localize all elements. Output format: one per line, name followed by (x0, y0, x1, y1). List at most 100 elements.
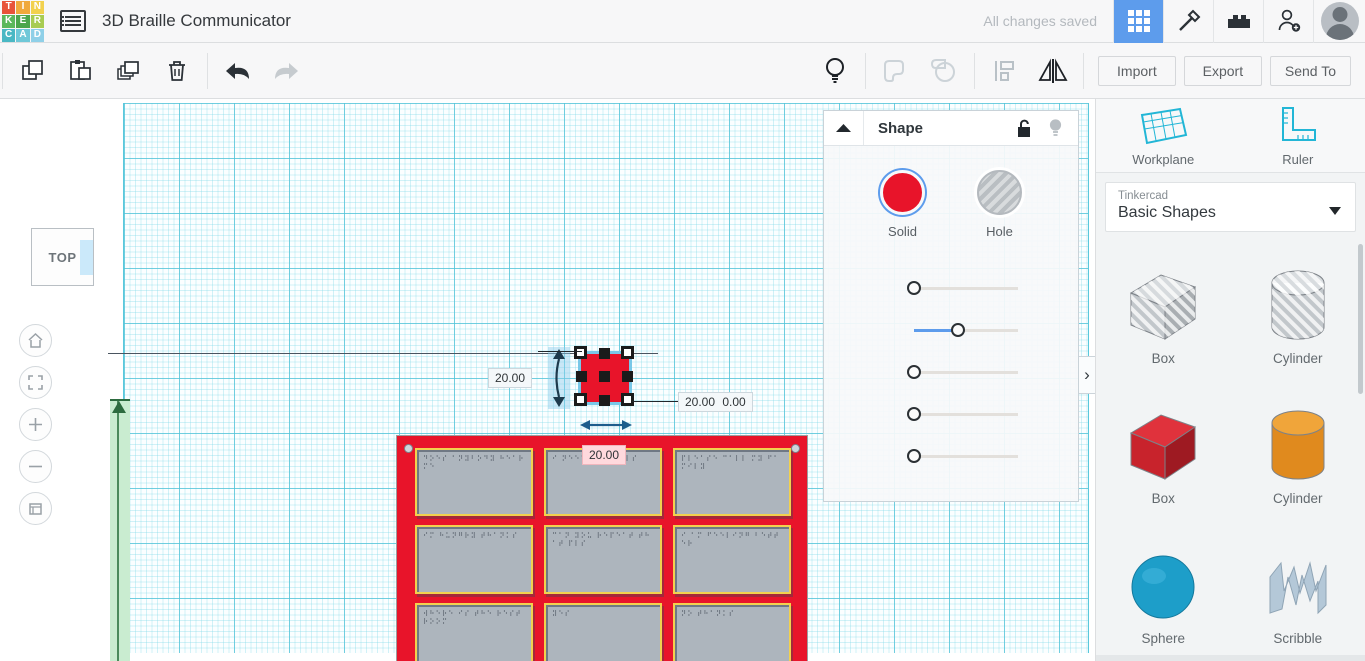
ruler-tool-label: Ruler (1282, 151, 1314, 167)
center-handle[interactable] (599, 371, 610, 382)
braille-tile[interactable]: ⠙⠕⠑⠎ ⠁⠝⠽⠃⠕⠙⠽ ⠓⠑⠁⠗ ⠍⠑ (415, 448, 533, 517)
dimension-tooltip[interactable]: 20.00 (582, 445, 627, 465)
braille-tile[interactable]: ⠊ ⠁⠍ ⠋⠑⠑⠇⠊⠝⠛ ⠃⠑⠞⠞⠑⠗ (673, 525, 791, 594)
shape-library-grid[interactable]: Box Cylinder Box Cylinder Sphere Scribble (1096, 240, 1365, 660)
tinkercad-logo[interactable]: TINKERCAD (0, 0, 46, 43)
send-to-button[interactable]: Send To (1269, 55, 1351, 86)
plus-icon (29, 418, 42, 431)
brick-icon (1227, 15, 1250, 28)
slider-knob-height[interactable] (907, 448, 921, 463)
copy-button[interactable] (9, 43, 57, 99)
corner-handle-tl[interactable] (574, 346, 587, 359)
shape-library-item-box-solid[interactable]: Box (1096, 386, 1231, 526)
undo-button[interactable] (214, 43, 262, 99)
lightbulb-button[interactable] (811, 43, 859, 99)
collapse-panel-button[interactable] (824, 111, 864, 145)
braille-dots: ⠙⠕⠑⠎ ⠁⠝⠽⠃⠕⠙⠽ ⠓⠑⠁⠗ ⠍⠑ (423, 455, 525, 471)
corner-handle-br[interactable] (621, 393, 634, 406)
hole-mode-button[interactable]: Hole (977, 170, 1022, 241)
tinker-button[interactable] (1163, 0, 1213, 43)
braille-plate[interactable]: ⠙⠕⠑⠎ ⠁⠝⠽⠃⠕⠙⠽ ⠓⠑⠁⠗ ⠍⠑⠊ ⠝⠑⠑⠙ ⠓⠑⠇⠏ ⠏⠇⠎⠏⠇⠑⠁⠎… (396, 435, 808, 661)
slider-knob-radius[interactable] (907, 280, 921, 295)
slider-track-height[interactable] (907, 448, 1018, 463)
clipboard-icon (70, 59, 91, 80)
shape-library-item-scribble[interactable]: Scribble (1231, 526, 1365, 660)
zoom-out-button[interactable] (19, 450, 52, 483)
slider-track-radius[interactable] (907, 280, 1018, 295)
mirror-button[interactable] (1029, 43, 1077, 99)
delete-button[interactable] (153, 43, 201, 99)
scribble-icon (1256, 547, 1340, 627)
corner-handle-bl[interactable] (574, 393, 587, 406)
unlock-icon[interactable] (1016, 118, 1033, 138)
dimension-value-width: 20.00 (685, 395, 716, 409)
library-select[interactable]: Tinkercad Basic Shapes (1105, 182, 1356, 232)
caret-up-icon (836, 123, 851, 132)
invite-button[interactable] (1263, 0, 1313, 43)
braille-dots: ⠊ ⠁⠍ ⠋⠑⠑⠇⠊⠝⠛ ⠃⠑⠞⠞⠑⠗ (681, 532, 780, 549)
slider-track-length[interactable] (907, 364, 1018, 379)
braille-tile[interactable]: ⠊⠍ ⠓⠥⠝⠛⠗⠽ ⠞⠓⠁⠝⠅⠎ (415, 525, 533, 594)
sidebar-scrollbar[interactable] (1358, 244, 1363, 394)
slider-row-length (824, 351, 1078, 393)
export-button[interactable]: Export (1183, 55, 1262, 86)
shape-library-item-sphere-solid[interactable]: Sphere (1096, 526, 1231, 660)
braille-tile[interactable]: ⠽⠑⠎ (544, 602, 662, 661)
panel-collapse-tab[interactable]: › (1079, 356, 1096, 394)
view-cube[interactable]: TOP (31, 228, 94, 286)
width-drag-arrow[interactable] (578, 415, 634, 435)
hole-mode-label: Hole (986, 224, 1013, 239)
avatar[interactable] (1313, 0, 1365, 43)
slider-knob-width[interactable] (907, 406, 921, 421)
dimension-label-left[interactable]: 20.00 (488, 368, 533, 388)
zoom-in-button[interactable] (19, 408, 52, 441)
leader-line-right (632, 401, 680, 402)
shape-library-item-cylinder-hole[interactable]: Cylinder (1231, 246, 1365, 386)
hammer-icon (1178, 9, 1200, 31)
height-drag-arrow[interactable] (548, 347, 570, 409)
edge-handle-bottom[interactable] (599, 395, 610, 406)
projection-toggle-button[interactable] (19, 492, 52, 525)
designs-grid-button[interactable] (1113, 0, 1163, 43)
lightbulb-icon[interactable] (1047, 118, 1064, 138)
edge-handle-top[interactable] (599, 348, 610, 359)
sidebar-tools: Workplane Ruler (1096, 99, 1365, 173)
shape-inspector-panel: Shape Solid Hole (823, 110, 1079, 502)
braille-tile[interactable]: ⠝⠕ ⠞⠓⠁⠝⠅⠎ (673, 602, 791, 661)
workplane-tool[interactable]: Workplane (1096, 99, 1231, 172)
solid-mode-button[interactable]: Solid (880, 170, 925, 241)
import-button[interactable]: Import (1097, 55, 1176, 86)
blocks-button[interactable] (1213, 0, 1263, 43)
fit-to-view-button[interactable] (19, 366, 52, 399)
paste-button[interactable] (57, 43, 105, 99)
shape-library-item-box-hole[interactable]: Box (1096, 246, 1231, 386)
group-button[interactable] (872, 43, 920, 99)
align-button[interactable] (981, 43, 1029, 99)
slider-track-width[interactable] (907, 406, 1018, 421)
braille-tile-grid: ⠙⠕⠑⠎ ⠁⠝⠽⠃⠕⠙⠽ ⠓⠑⠁⠗ ⠍⠑⠊ ⠝⠑⠑⠙ ⠓⠑⠇⠏ ⠏⠇⠎⠏⠇⠑⠁⠎… (415, 448, 791, 661)
braille-tile[interactable]: ⠉⠁⠝ ⠽⠕⠥ ⠗⠑⠏⠑⠁⠞ ⠞⠓⠁⠞ ⠏⠇⠎ (544, 525, 662, 594)
slider-knob-length[interactable] (907, 364, 921, 379)
list-menu-icon[interactable] (60, 10, 86, 32)
slider-track-steps[interactable] (914, 322, 1018, 337)
edge-handle-left[interactable] (576, 371, 587, 382)
corner-handle-tr[interactable] (621, 346, 634, 359)
dimension-label-bottom-right[interactable]: 20.00 0.00 (678, 392, 753, 412)
redo-button[interactable] (262, 43, 310, 99)
braille-tile[interactable]: ⠺⠓⠑⠗⠑ ⠊⠎ ⠞⠓⠑ ⠗⠑⠎⠞⠗⠕⠕⠍ (415, 602, 533, 661)
ruler-tool[interactable]: Ruler (1231, 99, 1365, 172)
shape-library-item-cylinder-solid[interactable]: Cylinder (1231, 386, 1365, 526)
slider-knob-steps[interactable] (950, 322, 965, 337)
redo-arrow-icon (275, 62, 298, 79)
shape-mode-row: Solid Hole (824, 170, 1078, 241)
plate-anchor-right (791, 444, 800, 453)
edge-handle-right[interactable] (622, 371, 633, 382)
ungroup-button[interactable] (920, 43, 968, 99)
braille-tile[interactable]: ⠏⠇⠑⠁⠎⠑ ⠉⠁⠇⠇ ⠍⠽ ⠋⠁⠍⠊⠇⠽ (673, 448, 791, 517)
shape-panel-header: Shape (824, 111, 1078, 146)
logo-tile-t-0: T (2, 0, 16, 14)
logo-tile-c-6: C (2, 28, 16, 42)
home-view-button[interactable] (19, 324, 52, 357)
library-select-wrap: Tinkercad Basic Shapes (1096, 173, 1365, 240)
duplicate-button[interactable] (105, 43, 153, 99)
